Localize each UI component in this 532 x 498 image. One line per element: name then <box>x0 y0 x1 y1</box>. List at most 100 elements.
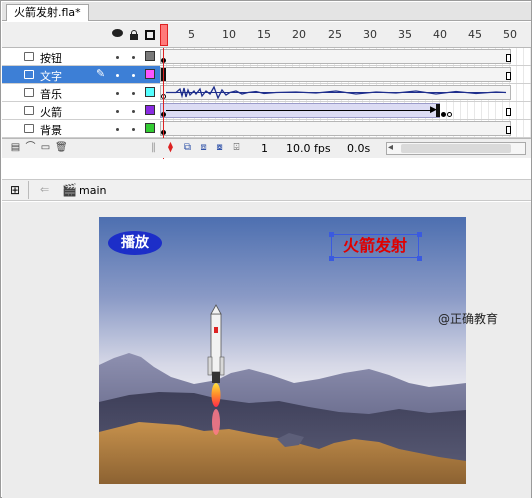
keyframe[interactable] <box>441 112 446 117</box>
layer-outline-color-swatch[interactable] <box>145 51 155 61</box>
layer-outline-color-swatch[interactable] <box>145 123 155 133</box>
end-frame[interactable] <box>506 108 511 116</box>
watermark: @正确教育 <box>438 312 499 326</box>
lock-dot[interactable] <box>132 128 135 131</box>
selection-handle[interactable] <box>417 256 422 261</box>
scrollbar-thumb[interactable] <box>401 144 511 153</box>
lock-dot[interactable] <box>132 92 135 95</box>
layer-row-buttons[interactable]: 按钮 <box>2 48 531 66</box>
layer-label: 按钮 <box>40 52 62 65</box>
edit-bar: ⊞ ⇐ 🎬 main <box>2 179 531 201</box>
selection-handle[interactable] <box>329 232 334 237</box>
edit-multiple-frames-icon[interactable]: ⧇ <box>214 143 225 153</box>
frame-number: 5 <box>188 28 195 41</box>
frame-number: 30 <box>363 28 377 41</box>
layer-frames[interactable]: ▶ <box>160 102 531 119</box>
new-layer-icon[interactable]: ▤ <box>10 143 21 153</box>
selection-handle[interactable] <box>417 232 422 237</box>
modify-onion-markers-icon[interactable]: ⌹ <box>231 143 242 153</box>
delete-layer-icon[interactable]: 🗑 <box>55 143 68 153</box>
visibility-dot[interactable] <box>116 92 119 95</box>
onion-skin-icon[interactable]: ⧉ <box>182 143 193 153</box>
scroll-left-arrow-icon[interactable]: ◂ <box>388 142 393 153</box>
layer-icon <box>24 88 34 97</box>
timeline-header: 1 5 10 15 20 25 30 35 40 45 50 <box>2 22 531 48</box>
visibility-dot[interactable] <box>116 74 119 77</box>
play-button[interactable]: 播放 <box>108 231 162 255</box>
layer-frames[interactable] <box>160 48 531 65</box>
frame-span <box>160 67 511 82</box>
layer-name-cell[interactable]: 音乐 <box>2 84 160 101</box>
layer-name-cell[interactable]: 按钮 <box>2 48 160 65</box>
pencil-edit-icon: ✎ <box>96 67 106 80</box>
lock-dot[interactable] <box>132 110 135 113</box>
frame-span <box>160 121 511 136</box>
lock-dot[interactable] <box>132 56 135 59</box>
selection-handle[interactable] <box>329 256 334 261</box>
layer-label: 文字 <box>40 70 62 83</box>
layer-outline-color-swatch[interactable] <box>145 105 155 115</box>
back-arrow-icon[interactable]: ⇐ <box>40 183 49 196</box>
visibility-dot[interactable] <box>116 110 119 113</box>
stage[interactable]: 播放 火箭发射 <box>99 217 466 484</box>
frame-number: 35 <box>398 28 412 41</box>
timeline-toolbar: ▤ ⌒ ▭ 🗑 ‖ ⧫ ⧉ ⧈ ⧇ ⌹ 1 10.0 fps 0.0s ◂ <box>2 138 531 158</box>
layer-name-cell[interactable]: 文字 ✎ <box>2 66 160 83</box>
tween-arrow-line <box>166 110 434 111</box>
new-folder-icon[interactable]: ▭ <box>40 143 51 153</box>
show-hide-layers-eye-icon[interactable] <box>112 29 123 37</box>
separator <box>28 181 29 199</box>
timeline-horizontal-scrollbar[interactable]: ◂ <box>386 142 526 155</box>
layer-icon <box>24 70 34 79</box>
layer-name-cell[interactable]: 背景 <box>2 120 160 137</box>
audio-waveform <box>166 86 506 99</box>
keyframe[interactable] <box>436 104 440 117</box>
center-frame-icon[interactable]: ⧫ <box>165 143 176 153</box>
add-motion-guide-icon[interactable]: ⌒ <box>25 143 36 153</box>
layer-label: 火箭 <box>40 106 62 119</box>
frame-number: 20 <box>292 28 306 41</box>
layer-icon <box>24 52 34 61</box>
current-frame-readout: 1 <box>261 142 268 155</box>
layer-outline-color-swatch[interactable] <box>145 69 155 79</box>
rocket-launch-title[interactable]: 火箭发射 <box>331 234 419 258</box>
lock-layers-lock-icon[interactable] <box>129 30 139 40</box>
onion-skin-outlines-icon[interactable]: ⧈ <box>198 143 209 153</box>
layer-icon <box>24 106 34 115</box>
frame-span <box>160 49 511 64</box>
end-frame[interactable] <box>506 54 511 62</box>
outline-layers-icon[interactable] <box>145 30 155 40</box>
layer-name-cell[interactable]: 火箭 <box>2 102 160 119</box>
timeline-toggle-icon[interactable]: ⊞ <box>10 183 20 197</box>
frame-ruler[interactable]: 1 5 10 15 20 25 30 35 40 45 50 <box>160 22 531 48</box>
scene-name[interactable]: main <box>79 184 106 197</box>
layer-frames[interactable] <box>160 66 531 83</box>
visibility-dot[interactable] <box>116 128 119 131</box>
frame-number: 10 <box>222 28 236 41</box>
pasteboard: 播放 火箭发射 <box>2 202 531 498</box>
layer-label: 背景 <box>40 124 62 137</box>
frame-number: 40 <box>433 28 447 41</box>
layer-label: 音乐 <box>40 88 62 101</box>
layer-frames[interactable] <box>160 120 531 137</box>
layer-row-text[interactable]: 文字 ✎ <box>2 66 531 84</box>
scene-clapper-icon: 🎬 <box>62 183 77 197</box>
layer-outline-color-swatch[interactable] <box>145 87 155 97</box>
keyframe[interactable] <box>447 112 452 117</box>
document-tab[interactable]: 火箭发射.fla* <box>6 4 89 21</box>
frame-rate-readout[interactable]: 10.0 fps <box>286 142 331 155</box>
lock-dot[interactable] <box>132 74 135 77</box>
end-frame[interactable] <box>506 126 511 134</box>
flash-ide-window: 火箭发射.fla* 1 5 10 15 20 25 30 35 40 45 50 <box>0 0 532 498</box>
layer-row-rocket[interactable]: 火箭 ▶ <box>2 102 531 120</box>
end-frame[interactable] <box>506 72 511 80</box>
visibility-dot[interactable] <box>116 56 119 59</box>
layer-row-music[interactable]: 音乐 <box>2 84 531 102</box>
playhead-marker[interactable] <box>160 24 168 46</box>
layer-frames[interactable] <box>160 84 531 101</box>
frame-number: 50 <box>503 28 517 41</box>
layer-row-background[interactable]: 背景 <box>2 120 531 138</box>
timeline-panel: 1 5 10 15 20 25 30 35 40 45 50 按钮 <box>2 22 531 159</box>
frame-number: 15 <box>257 28 271 41</box>
layer-icon <box>24 124 34 133</box>
